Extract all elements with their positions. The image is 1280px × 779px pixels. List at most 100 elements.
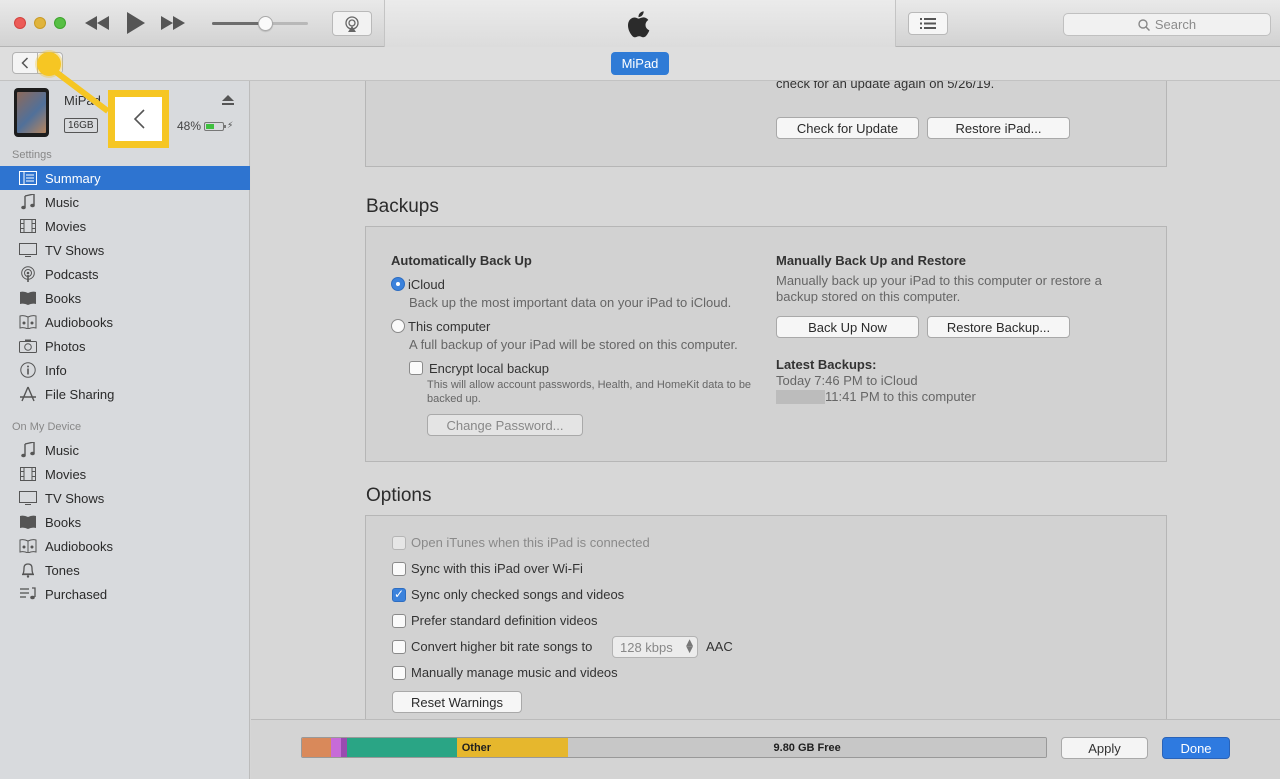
close-window-button[interactable]	[14, 17, 26, 29]
sidebar-item-audiobooks[interactable]: Audiobooks	[0, 310, 250, 334]
search-field[interactable]: Search	[1063, 13, 1271, 36]
option-checkbox[interactable]	[392, 614, 406, 628]
this-computer-radio[interactable]	[391, 319, 405, 333]
back-button[interactable]	[12, 52, 38, 74]
sidebar-item-label: Music	[45, 442, 79, 458]
sidebar-item-info[interactable]: Info	[0, 358, 250, 382]
purchased-list-icon	[18, 586, 38, 602]
film-icon	[18, 466, 38, 482]
sidebar-item-books[interactable]: Books	[0, 510, 250, 534]
option-label[interactable]: Sync only checked songs and videos	[411, 587, 624, 602]
reset-warnings-button[interactable]: Reset Warnings	[392, 691, 522, 713]
sidebar-item-tv-shows[interactable]: TV Shows	[0, 238, 250, 262]
sidebar-item-photos[interactable]: Photos	[0, 334, 250, 358]
restore-backup-button[interactable]: Restore Backup...	[927, 316, 1070, 338]
info-icon	[18, 362, 38, 378]
option-checkbox[interactable]	[392, 666, 406, 680]
option-checkbox[interactable]	[392, 536, 406, 550]
option-checkbox[interactable]	[392, 587, 406, 602]
sidebar-item-movies[interactable]: Movies	[0, 462, 250, 486]
sidebar-item-podcasts[interactable]: Podcasts	[0, 262, 250, 286]
battery-icon	[204, 121, 227, 131]
option-checkbox[interactable]	[392, 562, 406, 576]
on-my-device-section-header: On My Device	[12, 421, 82, 433]
navigation-bar: MiPad	[0, 47, 1280, 81]
option-checkbox[interactable]	[392, 640, 406, 654]
sidebar-item-purchased[interactable]: Purchased	[0, 582, 250, 606]
storage-segment	[302, 738, 332, 757]
play-button[interactable]	[124, 12, 148, 34]
encrypt-backup-checkbox[interactable]	[409, 361, 423, 375]
zoom-window-button[interactable]	[54, 17, 66, 29]
icloud-description: Back up the most important data on your …	[409, 295, 732, 310]
settings-list: Summary Music Movies TV Shows Podcasts Books A…	[0, 166, 250, 406]
sidebar-item-label: TV Shows	[45, 242, 105, 258]
sidebar-item-books[interactable]: Books	[0, 286, 250, 310]
change-password-button[interactable]: Change Password...	[427, 414, 583, 436]
encrypt-backup-label[interactable]: Encrypt local backup	[429, 361, 549, 376]
storage-segment	[331, 738, 341, 757]
rewind-button[interactable]	[84, 12, 110, 34]
apply-button[interactable]: Apply	[1061, 737, 1148, 759]
sidebar-item-label: Info	[45, 362, 67, 378]
sidebar-item-movies[interactable]: Movies	[0, 214, 250, 238]
option-label[interactable]: Prefer standard definition videos	[411, 613, 597, 628]
ipad-thumbnail-icon	[14, 88, 49, 137]
airplay-icon	[345, 15, 359, 32]
eject-button[interactable]	[222, 93, 234, 108]
auto-backup-header: Automatically Back Up	[391, 253, 532, 268]
music-note-icon	[18, 442, 38, 458]
bell-icon	[18, 562, 38, 578]
status-display	[384, 0, 896, 47]
option-label[interactable]: Manually manage music and videos	[411, 665, 618, 680]
stepper-arrows-icon: ▲ ▼	[686, 638, 693, 655]
fast-forward-button[interactable]	[160, 12, 186, 34]
sidebar: MiPad 16GB 48% ⚡ Settings Summary Music Mo…	[0, 81, 250, 779]
back-up-now-button[interactable]: Back Up Now	[776, 316, 919, 338]
options-title: Options	[366, 485, 432, 506]
icloud-label[interactable]: iCloud	[408, 277, 445, 292]
storage-segment	[346, 738, 457, 757]
this-computer-label[interactable]: This computer	[408, 319, 490, 334]
sidebar-item-tones[interactable]: Tones	[0, 558, 250, 582]
battery-percent: 48%	[177, 119, 202, 133]
option-label[interactable]: Open iTunes when this iPad is connected	[411, 535, 650, 550]
film-icon	[18, 218, 38, 234]
sidebar-item-file-sharing[interactable]: File Sharing	[0, 382, 250, 406]
option-label[interactable]: Convert higher bit rate songs to	[411, 639, 592, 654]
sidebar-item-summary[interactable]: Summary	[0, 166, 250, 190]
sidebar-item-label: Movies	[45, 466, 87, 482]
fast-forward-icon	[161, 16, 185, 30]
title-bar: Search	[0, 0, 1280, 47]
device-battery: 48% ⚡	[177, 119, 233, 133]
device-capacity-badge: 16GB	[64, 118, 98, 133]
on-my-device-list: Music Movies TV Shows Books Audiobooks Tones P…	[0, 438, 250, 606]
airplay-button[interactable]	[332, 11, 372, 36]
sidebar-item-label: Movies	[45, 218, 87, 234]
sidebar-item-music[interactable]: Music	[0, 190, 250, 214]
footer-bar: Other 9.80 GB Free Apply Done	[251, 719, 1280, 779]
latest-computer-backup: 11:41 PM to this computer	[825, 389, 976, 404]
storage-segment-label: 9.80 GB Free	[773, 741, 841, 754]
sidebar-item-label: Books	[45, 290, 82, 306]
volume-slider-knob[interactable]	[257, 16, 273, 31]
sidebar-item-music[interactable]: Music	[0, 438, 250, 462]
sidebar-item-audiobooks[interactable]: Audiobooks	[0, 534, 250, 558]
bitrate-select[interactable]: 128 kbps ▲ ▼	[612, 636, 698, 658]
this-computer-description: A full backup of your iPad will be store…	[409, 337, 738, 352]
device-button[interactable]: MiPad	[611, 52, 669, 75]
icloud-radio[interactable]	[391, 277, 405, 291]
latest-icloud-backup: Today 7:46 PM to iCloud	[776, 373, 918, 388]
book-icon	[18, 514, 38, 530]
book-icon	[18, 290, 38, 306]
restore-ipad-button[interactable]: Restore iPad...	[927, 117, 1070, 139]
check-for-update-button[interactable]: Check for Update	[776, 117, 919, 139]
done-button[interactable]: Done	[1162, 737, 1230, 759]
volume-slider[interactable]	[212, 16, 308, 31]
minimize-window-button[interactable]	[34, 17, 46, 29]
up-next-list-button[interactable]	[908, 12, 948, 35]
list-icon	[920, 18, 936, 29]
option-label[interactable]: Sync with this iPad over Wi-Fi	[411, 561, 583, 576]
sidebar-item-tv-shows[interactable]: TV Shows	[0, 486, 250, 510]
latest-backups-header: Latest Backups:	[776, 357, 877, 372]
